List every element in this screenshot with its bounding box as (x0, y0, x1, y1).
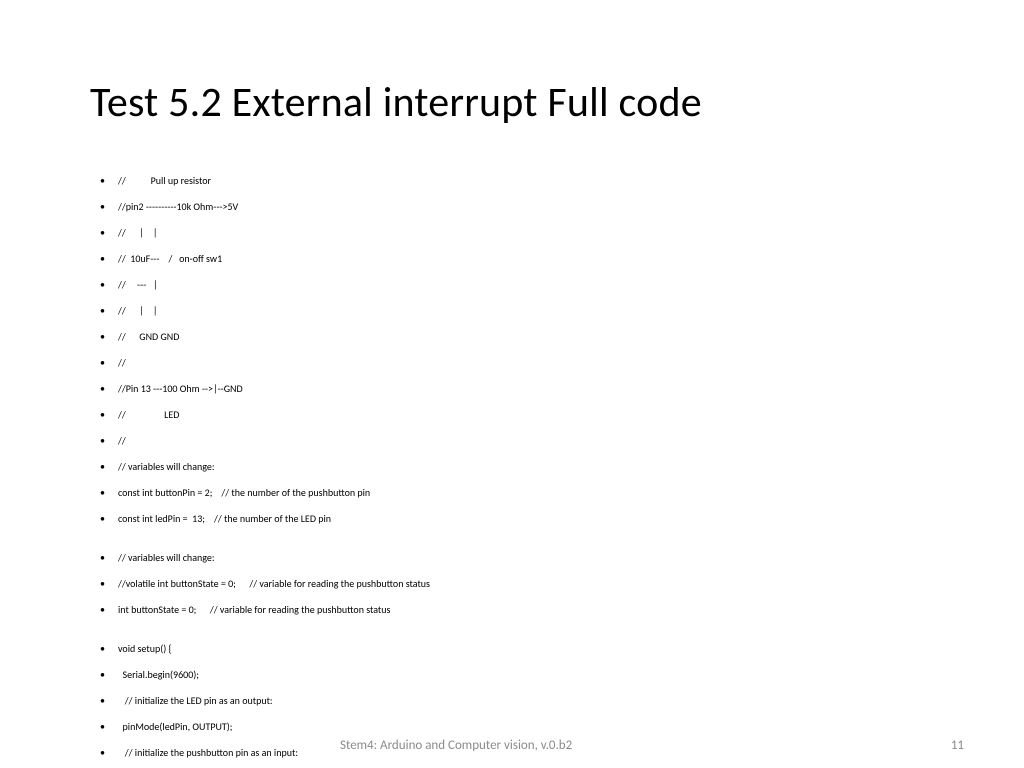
footer-text: Stem4: Arduino and Computer vision, v.0.… (340, 738, 572, 753)
code-line: // (90, 434, 934, 447)
code-line: void setup() { (90, 642, 934, 655)
page-number: 11 (951, 738, 964, 753)
code-line: // | | (90, 304, 934, 317)
code-line: // initialize the LED pin as an output: (90, 694, 934, 707)
code-line: // Pull up resistor (90, 174, 934, 187)
code-line: // --- | (90, 278, 934, 291)
slide: Test 5.2 External interrupt Full code //… (0, 0, 1024, 768)
code-line: Serial.begin(9600); (90, 668, 934, 681)
code-bullet-list: // Pull up resistor //pin2 ----------10k… (90, 174, 934, 768)
code-line: const int buttonPin = 2; // the number o… (90, 486, 934, 499)
code-line: // variables will change: (90, 460, 934, 473)
code-line: //pin2 ----------10k Ohm--->5V (90, 200, 934, 213)
code-line: // (90, 356, 934, 369)
code-line: // GND GND (90, 330, 934, 343)
code-line: const int ledPin = 13; // the number of … (90, 512, 934, 525)
code-line: // | | (90, 226, 934, 239)
code-line: //Pin 13 ---100 Ohm -->|--GND (90, 382, 934, 395)
code-line: int buttonState = 0; // variable for rea… (90, 603, 934, 616)
code-line: // 10uF--- / on-off sw1 (90, 252, 934, 265)
slide-title: Test 5.2 External interrupt Full code (90, 80, 934, 126)
code-line: //volatile int buttonState = 0; // varia… (90, 577, 934, 590)
code-line: // variables will change: (90, 551, 934, 564)
code-line: pinMode(ledPin, OUTPUT); (90, 720, 934, 733)
code-line: // LED (90, 408, 934, 421)
